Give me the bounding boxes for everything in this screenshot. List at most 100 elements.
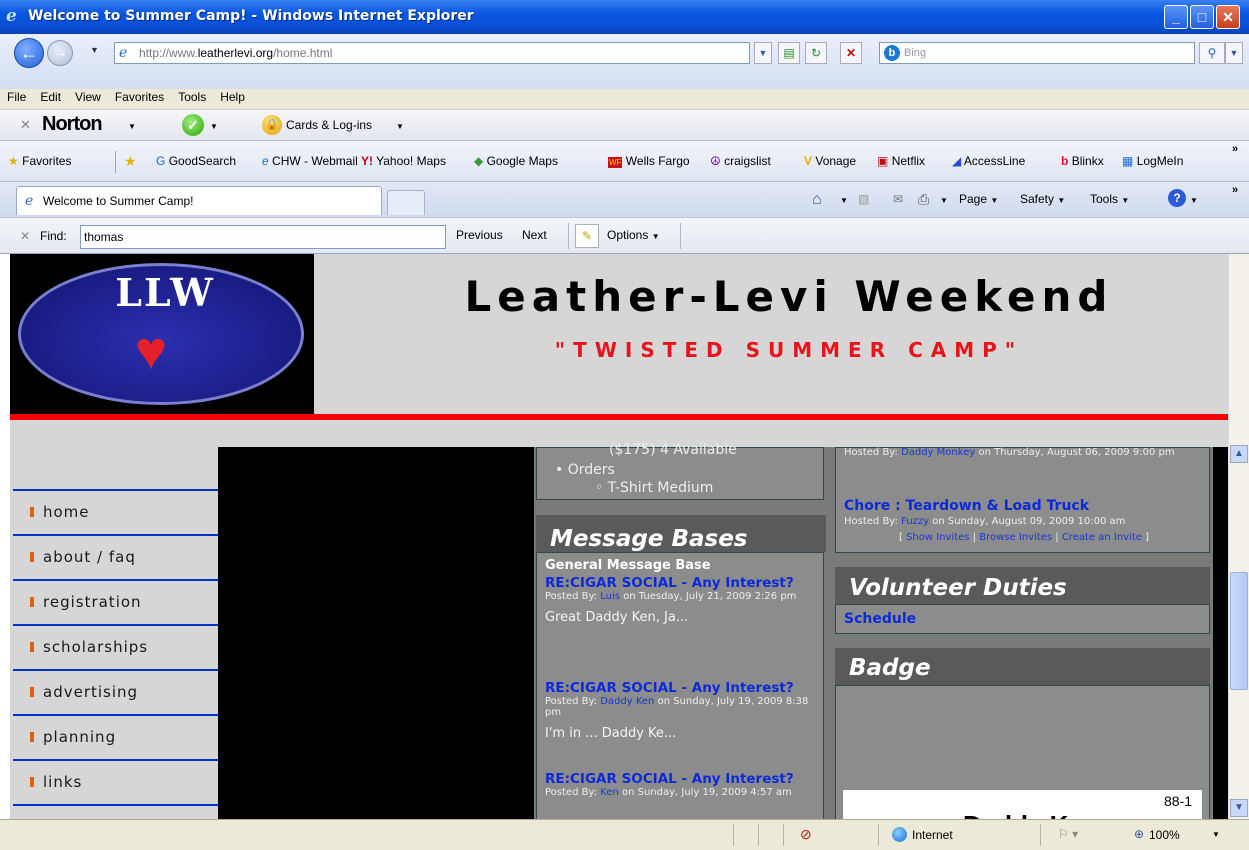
cards-logins[interactable]: Cards & Log-ins: [286, 118, 372, 132]
scroll-thumb[interactable]: [1230, 572, 1248, 690]
compatibility-icon[interactable]: ▤: [778, 42, 800, 64]
scroll-up-icon[interactable]: ▲: [1230, 445, 1248, 463]
address-bar[interactable]: e http://www.leatherlevi.org/home.html: [114, 42, 750, 64]
site-nav: home about / faq registration scholarshi…: [13, 489, 218, 814]
nav-about-faq[interactable]: about / faq: [13, 534, 218, 579]
print-dropdown-icon[interactable]: ▼: [940, 196, 948, 205]
zoom-dropdown-icon[interactable]: ▼: [1212, 830, 1220, 839]
popup-blocked-icon[interactable]: ⊘: [800, 826, 812, 843]
create-invite-link[interactable]: Create an Invite: [1062, 532, 1142, 543]
close-find-icon[interactable]: ✕: [20, 229, 30, 243]
more-commands-icon[interactable]: »: [1232, 184, 1238, 196]
post-title[interactable]: RE:CIGAR SOCIAL - Any Interest?: [545, 575, 823, 591]
safe-check-icon[interactable]: ✓: [182, 114, 204, 136]
fav-goodsearch[interactable]: G GoodSearch: [156, 154, 236, 168]
menu-view[interactable]: View: [68, 89, 108, 104]
fav-yahoo-maps[interactable]: Y! Yahoo! Maps: [361, 154, 446, 168]
schedule-link[interactable]: Schedule: [844, 611, 916, 627]
fav-vonage[interactable]: V Vonage: [804, 154, 856, 168]
fav-google-maps[interactable]: ◆ Google Maps: [474, 154, 558, 168]
norton-logo[interactable]: Norton: [42, 113, 103, 136]
back-button[interactable]: ←: [14, 38, 44, 68]
forward-button[interactable]: →: [47, 40, 73, 66]
post-excerpt: I'm in ... Daddy Ke...: [545, 726, 677, 741]
show-invites-link[interactable]: Show Invites: [906, 532, 969, 543]
lock-icon: 🔒: [262, 115, 282, 135]
zoom-level[interactable]: 100%: [1149, 828, 1180, 842]
feeds-icon[interactable]: ▧: [858, 192, 869, 206]
fav-wells-fargo[interactable]: WF Wells Fargo: [608, 154, 690, 168]
cards-dropdown-icon[interactable]: ▼: [396, 122, 404, 131]
page-viewport: LLW ♥ Leather-Levi Weekend "TWISTED SUMM…: [0, 254, 1228, 819]
find-next-button[interactable]: Next: [522, 228, 547, 242]
recent-pages-icon[interactable]: ▼: [90, 45, 99, 55]
fav-craigslist[interactable]: ☮ craigslist: [710, 154, 771, 168]
maximize-button[interactable]: □: [1190, 5, 1214, 29]
menu-tools[interactable]: Tools: [171, 89, 213, 104]
search-input[interactable]: b Bing: [879, 42, 1195, 64]
norton-toolbar: ✕ Norton ▼ ✓ ▼ 🔒 Cards & Log-ins ▼: [0, 109, 1249, 141]
zoom-icon: ⊕: [1134, 827, 1145, 841]
nav-scholarships[interactable]: scholarships: [13, 624, 218, 669]
safe-dropdown-icon[interactable]: ▼: [210, 122, 218, 131]
new-tab-button[interactable]: [387, 190, 425, 215]
protected-mode-icon[interactable]: ⚐ ▾: [1058, 827, 1078, 841]
print-icon[interactable]: ⎙: [918, 191, 929, 208]
more-favorites-icon[interactable]: »: [1232, 143, 1238, 155]
help-icon[interactable]: ?: [1168, 189, 1186, 207]
fav-accessline[interactable]: ◢ AccessLine: [952, 154, 1025, 168]
post-author[interactable]: Luis: [600, 591, 620, 602]
nav-planning[interactable]: planning: [13, 714, 218, 759]
menu-help[interactable]: Help: [213, 89, 252, 104]
close-toolbar-icon[interactable]: ✕: [20, 117, 31, 133]
scroll-down-icon[interactable]: ▼: [1230, 799, 1248, 817]
refresh-icon[interactable]: ↻: [805, 42, 827, 64]
find-previous-button[interactable]: Previous: [456, 228, 503, 242]
fav-netflix[interactable]: ▣ Netflix: [877, 154, 925, 168]
menu-file[interactable]: File: [0, 89, 33, 104]
home-dropdown-icon[interactable]: ▼: [840, 196, 848, 205]
stop-icon[interactable]: ✕: [840, 42, 862, 64]
find-options-button[interactable]: Options ▼: [607, 228, 660, 242]
fav-logmein[interactable]: ▦ LogMeIn: [1122, 154, 1183, 168]
norton-dropdown-icon[interactable]: ▼: [128, 122, 136, 131]
event-2-title[interactable]: Chore : Teardown & Load Truck: [844, 498, 1089, 514]
logo-text: LLW: [115, 270, 215, 315]
find-input[interactable]: thomas: [80, 225, 446, 249]
nav-home[interactable]: home: [13, 489, 218, 534]
vertical-scrollbar[interactable]: ▲ ▼: [1228, 254, 1249, 819]
page-menu[interactable]: Page ▼: [959, 192, 998, 206]
post-author[interactable]: Daddy Ken: [600, 696, 654, 707]
fav-blinkx[interactable]: b Blinkx: [1061, 154, 1104, 168]
tools-menu[interactable]: Tools ▼: [1090, 192, 1129, 206]
menu-favorites[interactable]: Favorites: [108, 89, 171, 104]
nav-links[interactable]: links: [13, 759, 218, 804]
help-dropdown-icon[interactable]: ▼: [1190, 196, 1198, 205]
tab-welcome[interactable]: e Welcome to Summer Camp!: [16, 186, 382, 215]
post-author[interactable]: Ken: [600, 787, 619, 798]
post-title[interactable]: RE:CIGAR SOCIAL - Any Interest?: [545, 680, 823, 696]
search-options-icon[interactable]: ▼: [1225, 42, 1243, 64]
browse-invites-link[interactable]: Browse Invites: [979, 532, 1052, 543]
site-logo[interactable]: LLW ♥: [10, 254, 314, 414]
post-title[interactable]: RE:CIGAR SOCIAL - Any Interest?: [545, 771, 823, 787]
menu-bar: File Edit View Favorites Tools Help: [0, 89, 1249, 109]
home-icon[interactable]: ⌂: [812, 191, 822, 209]
nav-registration[interactable]: registration: [13, 579, 218, 624]
close-button[interactable]: ✕: [1216, 5, 1240, 29]
minimize-button[interactable]: _: [1164, 5, 1188, 29]
search-icon[interactable]: ⚲: [1199, 42, 1225, 64]
read-mail-icon[interactable]: ✉: [893, 192, 903, 206]
invite-links: [ Show Invites | Browse Invites | Create…: [898, 532, 1150, 543]
add-favorite-icon[interactable]: ★: [124, 153, 137, 170]
nav-advertising[interactable]: advertising: [13, 669, 218, 714]
safety-menu[interactable]: Safety ▼: [1020, 192, 1065, 206]
tab-title: Welcome to Summer Camp!: [43, 194, 194, 208]
address-dropdown-icon[interactable]: ▼: [754, 42, 772, 64]
fav-chw-webmail[interactable]: e CHW - Webmail: [262, 154, 358, 168]
favorites-button[interactable]: ★ Favorites: [8, 154, 71, 168]
highlight-icon[interactable]: ✎: [575, 224, 599, 248]
tab-row: e Welcome to Summer Camp! ⌂ ▼ ▧ ✉ ⎙ ▼ Pa…: [0, 182, 1249, 217]
post-excerpt: Great Daddy Ken, Ja...: [545, 610, 689, 625]
menu-edit[interactable]: Edit: [33, 89, 68, 104]
